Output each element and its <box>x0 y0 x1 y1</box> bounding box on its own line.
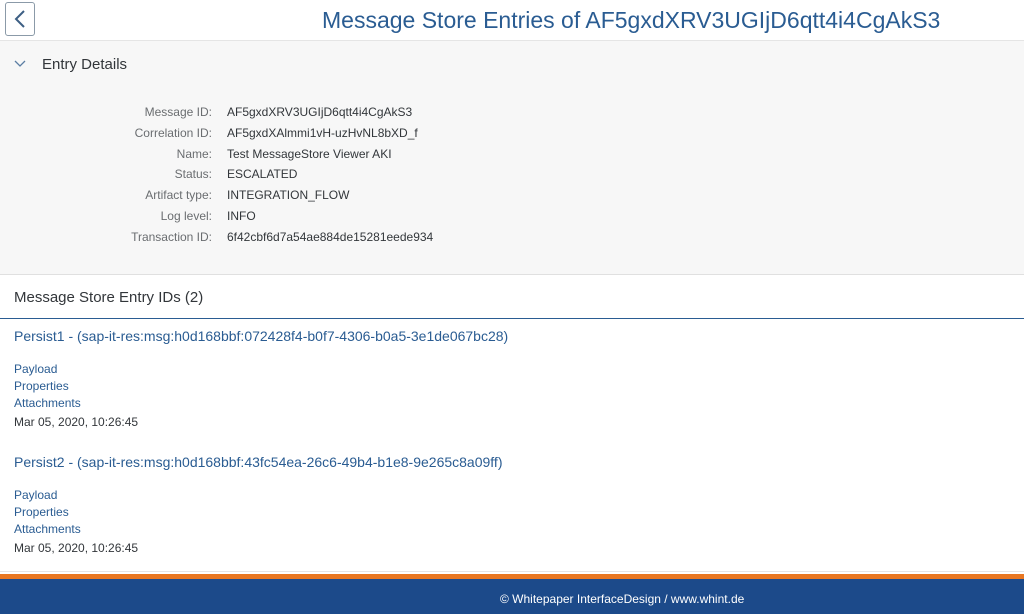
field-value: Test MessageStore Viewer AKI <box>227 146 392 161</box>
field-label: Artifact type: <box>145 188 212 203</box>
properties-link[interactable]: Properties <box>14 505 69 519</box>
field-transaction-id: Transaction ID: 6f42cbf6d7a54ae884de1528… <box>0 230 1024 251</box>
field-label: Log level: <box>160 208 212 223</box>
field-label: Transaction ID: <box>131 229 212 244</box>
entry-details-panel: Entry Details Message ID: AF5gxdXRV3UGIj… <box>0 41 1024 275</box>
field-label: Name: <box>176 146 212 161</box>
field-value: INFO <box>227 208 256 223</box>
field-status: Status: ESCALATED <box>0 167 1024 188</box>
entry-details-title: Entry Details <box>42 55 128 73</box>
page-title: Message Store Entries of AF5gxdXRV3UGIjD… <box>322 7 941 33</box>
field-value: AF5gxdXAlmmi1vH-uzHvNL8bXD_f <box>227 125 418 140</box>
field-message-id: Message ID: AF5gxdXRV3UGIjD6qtt4i4CgAkS3 <box>0 105 1024 126</box>
field-label: Correlation ID: <box>134 125 212 140</box>
list-item: Persist1 - (sap-it-res:msg:h0d168bbf:072… <box>0 319 1024 446</box>
payload-link[interactable]: Payload <box>14 488 57 502</box>
attachments-link[interactable]: Attachments <box>14 522 81 536</box>
field-label: Message ID: <box>144 105 212 119</box>
payload-link[interactable]: Payload <box>14 362 57 376</box>
entry-list-header: Message Store Entry IDs (2) <box>0 276 1024 319</box>
list-item: Persist2 - (sap-it-res:msg:h0d168bbf:43f… <box>0 445 1024 572</box>
chevron-left-icon <box>14 10 25 28</box>
field-artifact-type: Artifact type: INTEGRATION_FLOW <box>0 188 1024 209</box>
attachments-link[interactable]: Attachments <box>14 396 81 410</box>
field-value: AF5gxdXRV3UGIjD6qtt4i4CgAkS3 <box>227 105 413 119</box>
entry-date: Mar 05, 2020, 10:26:45 <box>14 415 139 429</box>
entry-title-link[interactable]: Persist2 - (sap-it-res:msg:h0d168bbf:43f… <box>14 454 502 470</box>
properties-link[interactable]: Properties <box>14 379 69 393</box>
footer-copyright: © Whitepaper InterfaceDesign / www.whint… <box>500 592 745 606</box>
entry-date: Mar 05, 2020, 10:26:45 <box>14 541 139 555</box>
app-header: Message Store Entries of AF5gxdXRV3UGIjD… <box>0 0 1024 41</box>
field-value: 6f42cbf6d7a54ae884de15281eede934 <box>227 229 434 244</box>
entry-title-link[interactable]: Persist1 - (sap-it-res:msg:h0d168bbf:072… <box>14 328 508 344</box>
field-log-level: Log level: INFO <box>0 209 1024 230</box>
field-value: INTEGRATION_FLOW <box>227 188 350 203</box>
entry-list-title: Message Store Entry IDs (2) <box>14 289 204 306</box>
back-button[interactable] <box>5 2 35 36</box>
field-name: Name: Test MessageStore Viewer AKI <box>0 147 1024 168</box>
field-value: ESCALATED <box>227 167 298 182</box>
field-label: Status: <box>174 167 212 182</box>
field-correlation-id: Correlation ID: AF5gxdXAlmmi1vH-uzHvNL8b… <box>0 126 1024 147</box>
chevron-down-icon <box>14 60 26 67</box>
details-fields: Message ID: AF5gxdXRV3UGIjD6qtt4i4CgAkS3… <box>0 105 1024 251</box>
footer-bar: © Whitepaper InterfaceDesign / www.whint… <box>0 574 1024 614</box>
entry-details-toggle[interactable]: Entry Details <box>14 54 127 74</box>
